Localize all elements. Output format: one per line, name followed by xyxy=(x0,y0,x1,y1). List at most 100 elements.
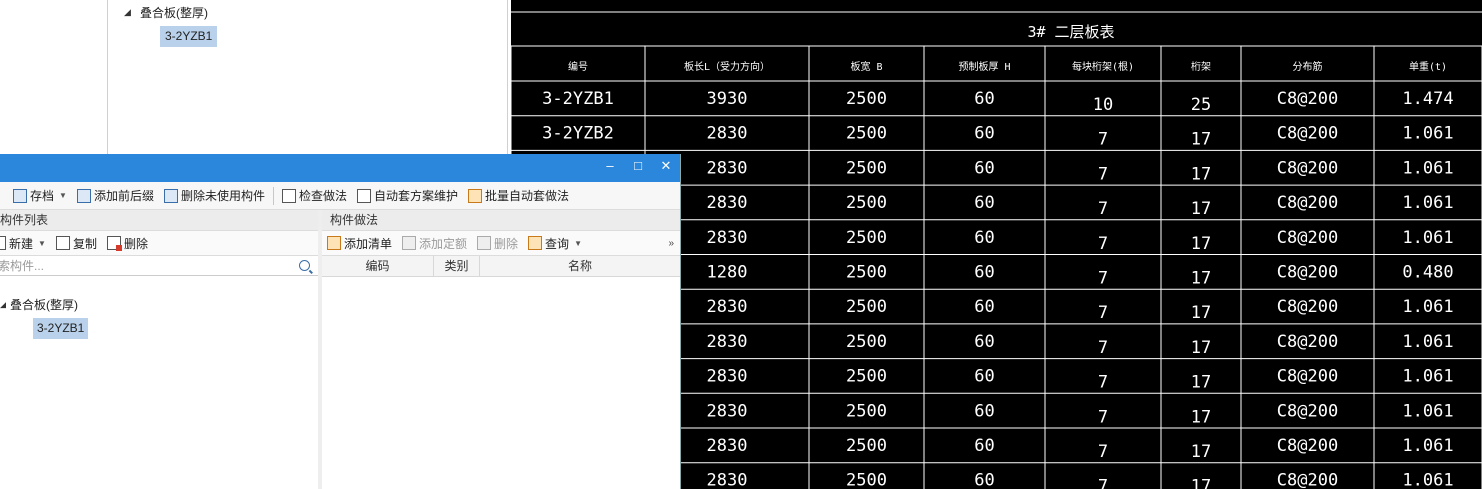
cad-cell: 60 xyxy=(974,297,994,317)
column-header-name[interactable]: 名称 xyxy=(480,256,680,276)
cad-cell: 2500 xyxy=(846,228,887,248)
method-delete-button[interactable]: 删除 xyxy=(472,232,523,254)
left-pane-tools: 新建 ▼ 复制 删除 xyxy=(0,231,318,256)
cad-cell: 0.480 xyxy=(1402,263,1453,283)
add-prefix-icon xyxy=(76,188,91,203)
method-delete-label: 删除 xyxy=(494,236,519,251)
dialog-titlebar[interactable]: – □ ✕ xyxy=(0,154,680,182)
delete-icon xyxy=(106,236,122,251)
copy-icon xyxy=(55,236,70,250)
delete-unused-button[interactable]: 删除未使用构件 xyxy=(159,185,270,207)
overflow-button[interactable]: » xyxy=(668,238,680,249)
divider xyxy=(507,0,508,160)
cad-cell: 60 xyxy=(974,228,994,248)
add-quota-label: 添加定额 xyxy=(419,236,468,251)
cad-cell: 2500 xyxy=(846,158,887,178)
cad-cell: 1.061 xyxy=(1402,297,1453,317)
delete-button[interactable]: 删除 xyxy=(102,232,153,254)
batch-auto-label: 批量自动套做法 xyxy=(485,189,570,203)
cad-cell: 2830 xyxy=(707,158,748,178)
auto-scheme-button[interactable]: 自动套方案维护 xyxy=(352,185,463,207)
save-icon xyxy=(13,188,27,203)
cad-table-title: 3# 二层板表 xyxy=(1027,23,1114,41)
cad-cell: C8@200 xyxy=(1277,471,1338,489)
cad-cell: 7 xyxy=(1098,477,1108,489)
expand-triangle-icon[interactable]: ◢ xyxy=(0,299,6,310)
cad-cell: 1.061 xyxy=(1402,436,1453,456)
cad-cell: 60 xyxy=(974,367,994,387)
cad-cell: 7 xyxy=(1098,199,1108,219)
cad-cell: 1.061 xyxy=(1402,401,1453,421)
cad-cell: 17 xyxy=(1191,234,1211,254)
column-header-category[interactable]: 类别 xyxy=(434,256,480,276)
cad-cell: 60 xyxy=(974,89,994,109)
cad-cell: 2830 xyxy=(707,367,748,387)
tree-leaf-item[interactable]: 3-2YZB1 xyxy=(33,318,89,339)
cad-cell: 2500 xyxy=(846,367,887,387)
cad-cell: C8@200 xyxy=(1277,436,1338,456)
search-input[interactable] xyxy=(0,258,258,273)
cad-cell: 3930 xyxy=(707,89,748,109)
cad-cell: 2830 xyxy=(707,228,748,248)
cad-cell: 2500 xyxy=(846,471,887,489)
query-button[interactable]: 查询 ▼ xyxy=(523,232,587,254)
cad-cell: 10 xyxy=(1093,95,1113,115)
cad-cell: 2500 xyxy=(846,124,887,144)
maximize-button[interactable]: □ xyxy=(630,158,646,174)
cad-cell: 2830 xyxy=(707,471,748,489)
cad-column-header: 单重(t) xyxy=(1409,60,1447,73)
cad-cell: 60 xyxy=(974,401,994,421)
cad-cell: 2500 xyxy=(846,89,887,109)
cad-cell: 1280 xyxy=(707,263,748,283)
close-button[interactable]: ✕ xyxy=(658,158,674,174)
auto-scheme-icon xyxy=(356,188,371,203)
toolbar-separator xyxy=(272,186,274,205)
add-quota-button[interactable]: 添加定额 xyxy=(397,232,472,254)
cad-cell: 17 xyxy=(1191,407,1211,427)
check-icon xyxy=(281,188,296,203)
check-button[interactable]: 检查做法 xyxy=(277,185,352,207)
query-icon xyxy=(528,236,543,250)
search-icon[interactable] xyxy=(299,260,310,271)
cad-column-header: 编号 xyxy=(568,60,588,73)
tree-group-node[interactable]: ◢ 叠合板(整厚) xyxy=(0,296,78,313)
tree-group-label: 叠合板(整厚) xyxy=(10,298,78,312)
cad-cell: 2500 xyxy=(846,297,887,317)
cad-cell: 60 xyxy=(974,158,994,178)
tree-group-node[interactable]: ◢ 叠合板(整厚) xyxy=(124,4,208,21)
new-button[interactable]: 新建 ▼ xyxy=(0,232,51,254)
expand-triangle-icon[interactable]: ◢ xyxy=(124,7,134,18)
add-prefix-label: 添加前后缀 xyxy=(93,189,154,203)
column-header-code[interactable]: 编码 xyxy=(322,256,434,276)
cad-cell: 3-2YZB1 xyxy=(542,89,614,109)
cad-cell: 2830 xyxy=(707,193,748,213)
query-label: 查询 xyxy=(545,236,570,251)
cad-cell: 1.061 xyxy=(1402,471,1453,489)
cad-cell: 2500 xyxy=(846,263,887,283)
search-box xyxy=(0,256,318,276)
cad-cell: 7 xyxy=(1098,164,1108,184)
cad-cell: 7 xyxy=(1098,338,1108,358)
tree-leaf-item[interactable]: 3-2YZB1 xyxy=(160,26,218,47)
cad-cell: C8@200 xyxy=(1277,158,1338,178)
cad-cell: 60 xyxy=(974,471,994,489)
pane-title: 构件列表 xyxy=(0,210,318,231)
cad-cell: 1.061 xyxy=(1402,193,1453,213)
add-prefix-button[interactable]: 添加前后缀 xyxy=(72,185,159,207)
minimize-button[interactable]: – xyxy=(602,158,618,174)
save-label: 存档 xyxy=(30,189,55,203)
cad-column-header: 预制板厚 H xyxy=(958,60,1010,73)
save-button[interactable]: 存档 ▼ xyxy=(8,185,72,207)
cad-cell: C8@200 xyxy=(1277,124,1338,144)
copy-button[interactable]: 复制 xyxy=(51,232,102,254)
cad-cell: 17 xyxy=(1191,164,1211,184)
cad-cell: C8@200 xyxy=(1277,332,1338,352)
cad-cell: 60 xyxy=(974,124,994,144)
cad-cell: 1.061 xyxy=(1402,124,1453,144)
add-list-button[interactable]: 添加清单 xyxy=(322,232,397,254)
cad-cell: 7 xyxy=(1098,269,1108,289)
cad-cell: C8@200 xyxy=(1277,401,1338,421)
batch-auto-button[interactable]: 批量自动套做法 xyxy=(463,185,574,207)
cad-cell: 60 xyxy=(974,263,994,283)
component-list-pane: 构件列表 新建 ▼ 复制 删除 ◢ 叠合板(整厚) 3-2YZB1 xyxy=(0,210,319,489)
